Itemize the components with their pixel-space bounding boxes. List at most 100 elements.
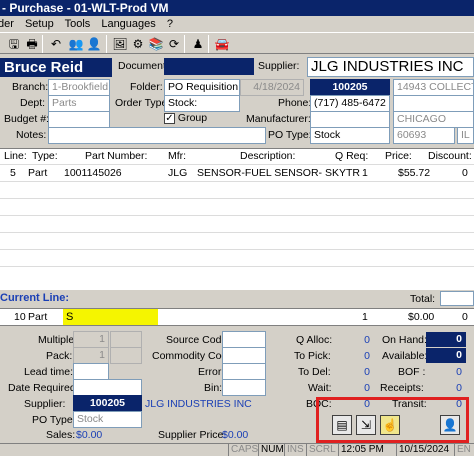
error-label: Error: (198, 366, 225, 378)
branch-field[interactable]: 1-Brookfield (48, 79, 110, 96)
lead-time-field[interactable] (73, 363, 109, 380)
menu-order[interactable]: der (0, 18, 14, 30)
export-icon[interactable]: ⇲ (356, 415, 376, 435)
column-header-type[interactable]: Type: (32, 149, 58, 164)
commodity-code-field[interactable] (222, 347, 266, 364)
document-label: Document: (118, 60, 169, 72)
dept-field[interactable]: Parts (48, 95, 110, 112)
po-type-field[interactable]: Stock (310, 127, 390, 144)
total-label: Total: (410, 293, 436, 305)
lead-time-label: Lead time: (24, 366, 74, 378)
undo-icon[interactable]: ↶ (48, 36, 64, 52)
folder-label: Folder: (130, 81, 163, 93)
supplier-price-value: $0.00 (222, 429, 249, 441)
bin-label: Bin: (204, 382, 223, 394)
column-header-q-req[interactable]: Q Req: (335, 149, 368, 164)
current-line-type[interactable]: Part (28, 310, 47, 325)
people-icon[interactable]: 👤 (86, 36, 102, 52)
toolbar: 🖫 🖶 ↶ 👥 👤 🖼 ⚙ 📚 ⟳ ♟ 🚘 (0, 32, 474, 54)
refresh-icon[interactable]: ⟳ (166, 36, 182, 52)
menu-help[interactable]: ? (167, 18, 173, 30)
menu-tools[interactable]: Tools (65, 18, 91, 30)
grid-divider (0, 198, 474, 199)
current-line-label: Current Line: (0, 292, 70, 304)
cell-mfr: JLG (168, 167, 188, 179)
grid-divider (0, 232, 474, 233)
current-line-discount[interactable]: 0 (462, 310, 468, 325)
document-icon[interactable]: ▤ (332, 415, 352, 435)
branch-label: Branch: (12, 81, 49, 93)
cell-type: Part (28, 167, 48, 179)
num-indicator: NUM (258, 444, 286, 456)
settings-icon[interactable]: ⚙ (130, 36, 146, 52)
users-icon[interactable]: 👥 (68, 36, 84, 52)
ins-indicator: INS (284, 444, 306, 456)
folder-field[interactable]: PO Requisition (164, 79, 240, 96)
supplier-id-field[interactable]: 100205 (310, 79, 390, 96)
pack-label: Pack: (46, 350, 73, 362)
column-header-discount[interactable]: Discount: (428, 149, 472, 164)
car-icon[interactable]: 🚘 (214, 36, 230, 52)
order-type-field[interactable]: Stock: (164, 95, 240, 112)
person-icon[interactable]: ♟ (190, 36, 206, 52)
hand-icon[interactable]: ☝ (380, 415, 400, 435)
bof-label: BOF : (398, 366, 426, 378)
multiple-unit-field (110, 331, 142, 348)
date-required-label: Date Required: (8, 382, 79, 394)
detail-po-type-field[interactable]: Stock (73, 411, 142, 428)
date-required-field[interactable] (73, 379, 142, 396)
notes-field[interactable] (48, 127, 266, 144)
buyer-name: Bruce Reid (0, 58, 112, 77)
address-line-2 (393, 95, 474, 112)
cell-line: 5 (10, 167, 16, 179)
save-icon[interactable]: 🖫 (6, 36, 22, 52)
current-line-price[interactable]: $0.00 (408, 310, 434, 325)
wait-label: Wait: (308, 382, 332, 394)
grid-divider (0, 266, 474, 267)
print-icon[interactable]: 🖶 (24, 36, 40, 52)
available-label: Available: (382, 350, 428, 362)
to-del-value: 0 (364, 366, 370, 378)
column-header-line[interactable]: Line: (4, 149, 27, 164)
sales-value: $0.00 (76, 429, 103, 441)
image-icon[interactable]: 🖼 (112, 36, 128, 52)
detail-supplier-name: JLG INDUSTRIES INC (145, 398, 252, 410)
bin-field[interactable] (222, 379, 266, 396)
cell-discount: 0 (462, 167, 468, 179)
receipts-label: Receipts: (380, 382, 424, 394)
current-line-edit-row: 10 Part S 1 $0.00 0 (0, 308, 474, 326)
date-field: 4/18/2024 (240, 79, 304, 96)
bof-value: 0 (456, 366, 462, 378)
group-checkbox-wrap[interactable]: ✓ Group (164, 112, 207, 124)
document-field[interactable] (164, 58, 254, 75)
menu-setup[interactable]: Setup (25, 18, 54, 30)
menu-languages[interactable]: Languages (101, 18, 155, 30)
column-header-part-number[interactable]: Part Number: (85, 149, 147, 164)
current-line-qty[interactable]: 1 (362, 310, 368, 325)
books-icon[interactable]: 📚 (148, 36, 164, 52)
sales-label: Sales: (46, 429, 76, 441)
supplier-name-field[interactable]: JLG INDUSTRIES INC (307, 57, 474, 77)
column-header-description[interactable]: Description: (240, 149, 295, 164)
user-icon[interactable]: 👤 (440, 415, 460, 435)
budget-field[interactable] (48, 111, 110, 128)
q-alloc-value: 0 (364, 334, 370, 346)
source-code-field[interactable] (222, 331, 266, 348)
detail-supplier-id[interactable]: 100205 (73, 395, 142, 412)
manufacturer-field[interactable] (310, 111, 390, 128)
manufacturer-label: Manufacturer: (246, 113, 311, 125)
phone-field[interactable]: (717) 485-6472 (310, 95, 390, 112)
column-header-price[interactable]: Price: (385, 149, 412, 164)
status-date: 10/15/2024 (396, 444, 451, 456)
caps-indicator: CAPS (228, 444, 260, 456)
part-number-input[interactable]: S (63, 309, 158, 325)
dept-label: Dept: (20, 97, 46, 109)
state-field: IL (457, 127, 474, 144)
available-value: 0 (426, 348, 466, 363)
group-checkbox[interactable]: ✓ (164, 112, 175, 124)
notes-label: Notes: (16, 129, 47, 141)
budget-label: Budget #: (4, 113, 49, 125)
column-header-mfr[interactable]: Mfr: (168, 149, 186, 164)
scrl-indicator: SCRL (306, 444, 338, 456)
cell-q-req: 1 (362, 167, 368, 179)
